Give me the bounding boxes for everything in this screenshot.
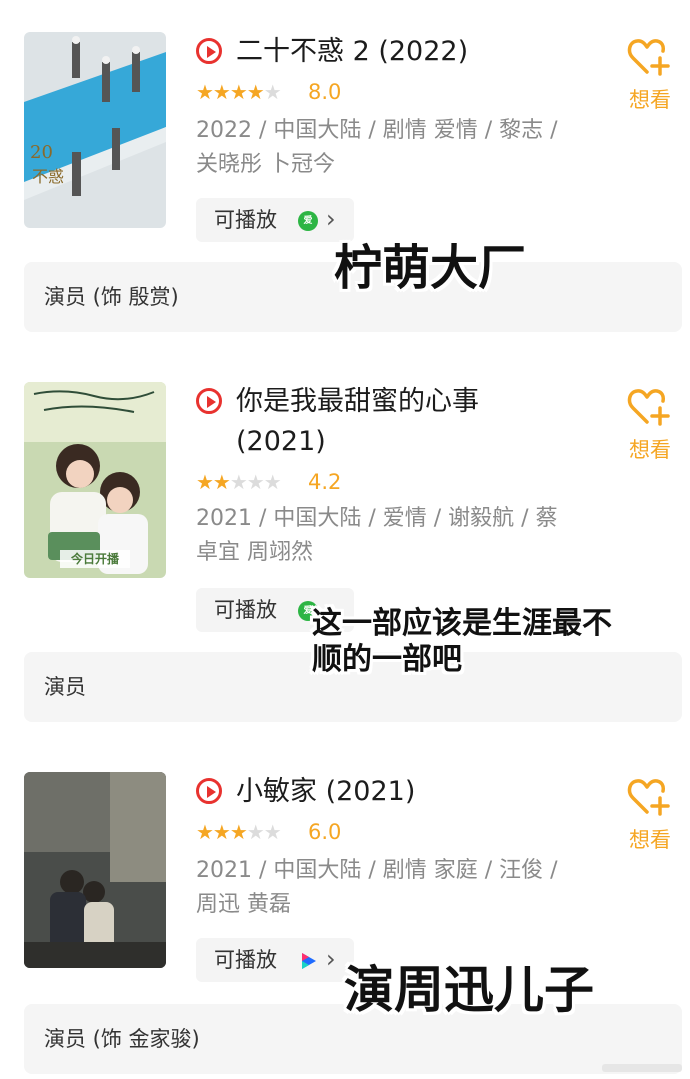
play-icon[interactable] (196, 38, 222, 64)
movie-meta: 2021 / 中国大陆 / 剧情 家庭 / 汪俊 / 周迅 黄磊 (196, 858, 558, 917)
caption-overlay-2-line-1: 这一部应该是生涯最不 (312, 606, 612, 641)
heart-plus-icon (627, 389, 670, 426)
play-available-button[interactable]: 可播放 爱 › (196, 198, 354, 242)
want-to-watch-button[interactable]: 想看 (620, 38, 680, 114)
rating-score: 8.0 (308, 80, 342, 104)
youku-icon (298, 951, 318, 971)
chevron-right-icon: › (326, 945, 336, 973)
poster-image[interactable] (24, 772, 166, 968)
iqiyi-icon: 爱 (298, 211, 318, 231)
svg-text:20: 20 (30, 142, 53, 163)
play-available-label: 可播放 (214, 948, 277, 972)
want-to-watch-button[interactable]: 想看 (620, 388, 680, 464)
rating-score: 4.2 (308, 470, 342, 494)
caption-overlay-2-line-2: 顺的一部吧 (312, 642, 462, 677)
star-rating-icon: ★★★★★ (196, 820, 282, 844)
watermark-icon (602, 1064, 682, 1072)
caption-overlay-1: 柠萌大厂 (334, 240, 527, 296)
svg-text:不惑: 不惑 (32, 167, 64, 186)
poster-caption: 今日开播 (60, 550, 130, 568)
cast-label: 演员 (饰 金家骏) (44, 1027, 200, 1051)
play-available-label: 可播放 (214, 598, 277, 622)
star-rating-icon: ★★★★★ (196, 80, 282, 104)
poster-image[interactable]: 20 不惑 (24, 32, 166, 228)
movie-title[interactable]: 小敏家 (2021) (236, 772, 576, 812)
want-to-watch-button[interactable]: 想看 (620, 778, 680, 854)
chevron-right-icon: › (326, 205, 336, 233)
movie-meta: 2022 / 中国大陆 / 剧情 爱情 / 黎志 / 关晓彤 卜冠今 (196, 118, 558, 177)
cast-label: 演员 (饰 殷赏) (44, 285, 179, 309)
play-icon[interactable] (196, 388, 222, 414)
play-available-button[interactable]: 可播放 › (196, 938, 354, 982)
movie-title[interactable]: 你是我最甜蜜的心事 (2021) (236, 382, 576, 462)
heart-plus-icon (627, 779, 670, 816)
movie-title[interactable]: 二十不惑 2 (2022) (236, 32, 576, 72)
want-to-watch-label: 想看 (629, 88, 671, 112)
caption-overlay-2: 这一部应该是生涯最不 顺的一部吧 (312, 606, 612, 678)
star-rating-icon: ★★★★★ (196, 470, 282, 494)
caption-overlay-3: 演周迅儿子 (344, 961, 594, 1019)
want-to-watch-label: 想看 (629, 438, 671, 462)
play-available-label: 可播放 (214, 208, 277, 232)
rating-score: 6.0 (308, 820, 342, 844)
want-to-watch-label: 想看 (629, 828, 671, 852)
poster-image[interactable]: 今日开播 (24, 382, 166, 578)
play-icon[interactable] (196, 778, 222, 804)
cast-label: 演员 (44, 675, 86, 699)
heart-plus-icon (627, 39, 670, 76)
movie-meta: 2021 / 中国大陆 / 爱情 / 谢毅航 / 蔡卓宜 周翊然 (196, 506, 558, 565)
